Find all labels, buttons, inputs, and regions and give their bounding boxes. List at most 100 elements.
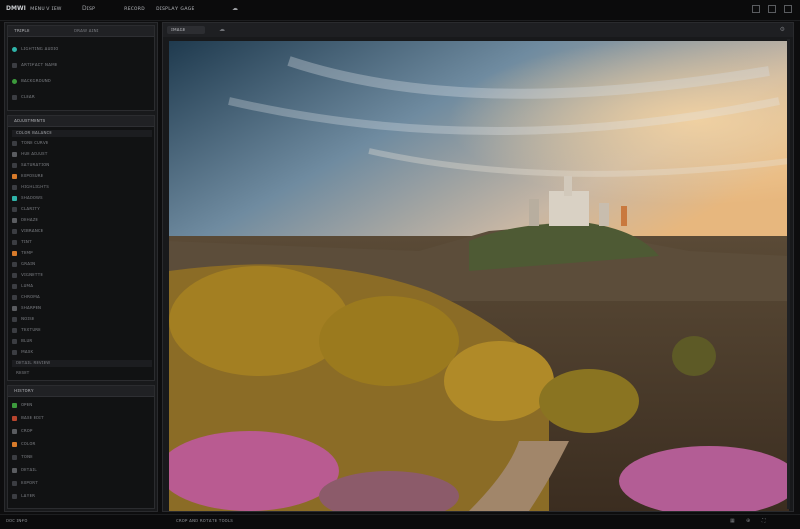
minimize-icon[interactable] <box>752 5 760 13</box>
history-icon <box>12 468 17 473</box>
layer-thumb-icon <box>12 251 17 256</box>
adjustment-label: ᴄʟᴀʀɪᴛʏ <box>21 206 41 212</box>
menu-item-2[interactable]: Dɪsᴘ <box>82 5 95 12</box>
history-row[interactable]: ʙᴀsᴇ ᴇᴅɪᴛ <box>12 415 152 422</box>
adjustment-row[interactable]: sʜᴀʀᴘᴇɴ <box>12 305 152 312</box>
adjustment-label: ɢʀᴀɪɴ <box>21 261 36 267</box>
layer-thumb-icon <box>12 207 17 212</box>
adjustment-label: ʜɪɢʜʟɪɢʜᴛs <box>21 184 49 190</box>
layer-thumb-icon <box>12 218 17 223</box>
history-row[interactable]: ᴛᴏɴᴇ <box>12 454 152 461</box>
section-header[interactable]: ᴄᴏʟᴏʀ ʙᴀʟᴀɴᴄᴇ <box>12 130 152 137</box>
adjustment-row[interactable]: ᴄʟᴀʀɪᴛʏ <box>12 206 152 213</box>
top-row-3[interactable]: ᴄʟᴇᴀʀ <box>12 94 152 101</box>
adjustment-row[interactable]: ᴍᴀsᴋ <box>12 349 152 356</box>
history-title: ʜɪsᴛᴏʀʏ <box>14 388 34 394</box>
adjustment-label: ɴᴏɪsᴇ <box>21 316 35 322</box>
adjustment-row[interactable]: ᴅᴇʜᴀᴢᴇ <box>12 217 152 224</box>
main-canvas-area: ɪᴍᴀɢᴇ ☁ ⚙ <box>162 22 794 512</box>
reset-row[interactable]: ʀᴇsᴇᴛ <box>12 370 152 377</box>
adjustment-row[interactable]: ᴠɪɢɴᴇᴛᴛᴇ <box>12 272 152 279</box>
menu-info-0: ʀᴇᴄᴏʀᴅ <box>124 5 145 12</box>
history-row[interactable]: ᴄʀᴏᴘ <box>12 428 152 435</box>
detail-review-row[interactable]: ᴅᴇᴛᴀɪʟ ʀᴇᴠɪᴇᴡ <box>12 360 152 367</box>
top-panel-title: ᴛʀɪᴘʟᴇ <box>14 28 30 34</box>
history-row[interactable]: ᴏᴘᴇɴ <box>12 402 152 409</box>
cloud-icon: ☁ <box>219 26 225 33</box>
history-icon <box>12 429 17 434</box>
history-icon <box>12 442 17 447</box>
adjustment-row[interactable]: ᴛɪɴᴛ <box>12 239 152 246</box>
circle-icon <box>12 47 17 52</box>
history-row[interactable]: ᴅᴇᴛᴀɪʟ <box>12 467 152 474</box>
zoom-icon[interactable]: ⊕ <box>746 518 750 524</box>
adjustment-row[interactable]: ᴇxᴘᴏsᴜʀᴇ <box>12 173 152 180</box>
adjustment-row[interactable]: ʟᴜᴍᴀ <box>12 283 152 290</box>
layer-thumb-icon <box>12 174 17 179</box>
adjustment-row[interactable]: ʜɪɢʜʟɪɢʜᴛs <box>12 184 152 191</box>
adjustment-row[interactable]: ᴛᴇᴍᴘ <box>12 250 152 257</box>
layer-thumb-icon <box>12 273 17 278</box>
layer-thumb-icon <box>12 152 17 157</box>
image-tab[interactable]: ɪᴍᴀɢᴇ <box>167 26 205 34</box>
history-icon <box>12 416 17 421</box>
fullscreen-icon[interactable]: ⛶ <box>762 518 766 524</box>
layer-thumb-icon <box>12 317 17 322</box>
history-panel: ʜɪsᴛᴏʀʏ ᴏᴘᴇɴ ʙᴀsᴇ ᴇᴅɪᴛ ᴄʀᴏᴘ ᴄᴏʟᴏʀ ᴛᴏɴᴇ ᴅᴇᴛᴀɪʟ… <box>7 385 155 509</box>
adjustment-row[interactable]: ᴛᴇxᴛᴜʀᴇ <box>12 327 152 334</box>
history-label: ʙᴀsᴇ ᴇᴅɪᴛ <box>21 415 44 421</box>
menu-info-1: ᴅɪsᴘʟᴀʏ ɢᴀɢᴇ <box>156 5 195 12</box>
menu-item-1[interactable]: ᴠ ɪᴇᴡ <box>46 5 62 12</box>
layer-thumb-icon <box>12 350 17 355</box>
adjustment-label: sᴀᴛᴜʀᴀᴛɪᴏɴ <box>21 162 50 168</box>
history-row[interactable]: ᴄᴏʟᴏʀ <box>12 441 152 448</box>
adjustment-row[interactable]: ɢʀᴀɪɴ <box>12 261 152 268</box>
top-row-2[interactable]: ʙᴀᴄᴋɢʀᴏᴜɴᴅ <box>12 78 152 85</box>
history-icon <box>12 481 17 486</box>
status-dot-icon <box>12 79 17 84</box>
photo-canvas[interactable] <box>169 41 789 511</box>
adjustment-label: ᴍᴀsᴋ <box>21 349 34 355</box>
history-icon <box>12 494 17 499</box>
history-row[interactable]: ʟᴀʏᴇʀ <box>12 493 152 500</box>
adjustment-label: ʜᴜᴇ ᴀᴅᴊᴜsᴛ <box>21 151 48 157</box>
status-bar: ᴅᴏᴄ ɪɴғᴏ ᴄʀᴏᴘ ᴀɴᴅ ʀᴏᴛᴀᴛᴇ ᴛᴏᴏʟs ▦ ⊕ ⛶ <box>0 514 800 529</box>
history-label: ᴄᴏʟᴏʀ <box>21 441 36 447</box>
adjustment-label: ᴠɪʙʀᴀɴᴄᴇ <box>21 228 44 234</box>
top-row-1[interactable]: ᴀʀᴛɪғᴀᴄᴛ ɴᴀᴍᴇ <box>12 62 152 69</box>
adjustment-row[interactable]: ɴᴏɪsᴇ <box>12 316 152 323</box>
menu-item-0[interactable]: ᴍᴇɴᴜ <box>30 5 45 12</box>
maximize-icon[interactable] <box>768 5 776 13</box>
top-panel: ᴛʀɪᴘʟᴇ ᴅʀᴀᴡ ᴀɪɴɪ ʟɪɢʜᴛɪɴɢ ᴀᴜᴅɪᴏ ᴀʀᴛɪғᴀᴄᴛ… <box>7 25 155 111</box>
landscape-image <box>169 41 789 511</box>
top-panel-tab[interactable]: ᴅʀᴀᴡ ᴀɪɴɪ <box>74 28 99 34</box>
adjustment-label: ᴛᴏɴᴇ ᴄᴜʀᴠᴇ <box>21 140 49 146</box>
adjustment-row[interactable]: sᴀᴛᴜʀᴀᴛɪᴏɴ <box>12 162 152 169</box>
layer-thumb-icon <box>12 262 17 267</box>
layer-thumb-icon <box>12 306 17 311</box>
adjustments-header: ᴀᴅᴊᴜsᴛᴍᴇɴᴛs <box>8 116 154 127</box>
adjustment-row[interactable]: ᴄʜʀᴏᴍᴀ <box>12 294 152 301</box>
app-name: DMWI <box>6 5 26 12</box>
adjustments-panel: ᴀᴅᴊᴜsᴛᴍᴇɴᴛs ᴄᴏʟᴏʀ ʙᴀʟᴀɴᴄᴇ ᴛᴏɴᴇ ᴄᴜʀᴠᴇ ʜᴜᴇ … <box>7 115 155 381</box>
vertical-scrollbar[interactable] <box>787 39 790 509</box>
adjustment-label: ʙʟᴜʀ <box>21 338 33 344</box>
adjustment-row[interactable]: ʙʟᴜʀ <box>12 338 152 345</box>
top-row-0[interactable]: ʟɪɢʜᴛɪɴɢ ᴀᴜᴅɪᴏ <box>12 46 152 53</box>
layer-thumb-icon <box>12 328 17 333</box>
adjustment-row[interactable]: ᴠɪʙʀᴀɴᴄᴇ <box>12 228 152 235</box>
history-row[interactable]: ᴇxᴘᴏʀᴛ <box>12 480 152 487</box>
history-label: ʟᴀʏᴇʀ <box>21 493 36 499</box>
top-panel-header: ᴛʀɪᴘʟᴇ ᴅʀᴀᴡ ᴀɪɴɪ <box>8 26 154 37</box>
adjustment-row[interactable]: ᴛᴏɴᴇ ᴄᴜʀᴠᴇ <box>12 140 152 147</box>
history-icon <box>12 403 17 408</box>
history-label: ᴏᴘᴇɴ <box>21 402 33 408</box>
adjustment-row[interactable]: ʜᴜᴇ ᴀᴅᴊᴜsᴛ <box>12 151 152 158</box>
settings-icon[interactable]: ⚙ <box>780 26 785 33</box>
grid-icon[interactable]: ▦ <box>730 518 735 524</box>
close-icon[interactable] <box>784 5 792 13</box>
cloud-icon: ☁ <box>232 5 238 12</box>
canvas-header: ɪᴍᴀɢᴇ ☁ ⚙ <box>163 23 793 37</box>
left-sidebar: ᴛʀɪᴘʟᴇ ᴅʀᴀᴡ ᴀɪɴɪ ʟɪɢʜᴛɪɴɢ ᴀᴜᴅɪᴏ ᴀʀᴛɪғᴀᴄᴛ… <box>4 22 158 512</box>
adjustment-row[interactable]: sʜᴀᴅᴏᴡs <box>12 195 152 202</box>
